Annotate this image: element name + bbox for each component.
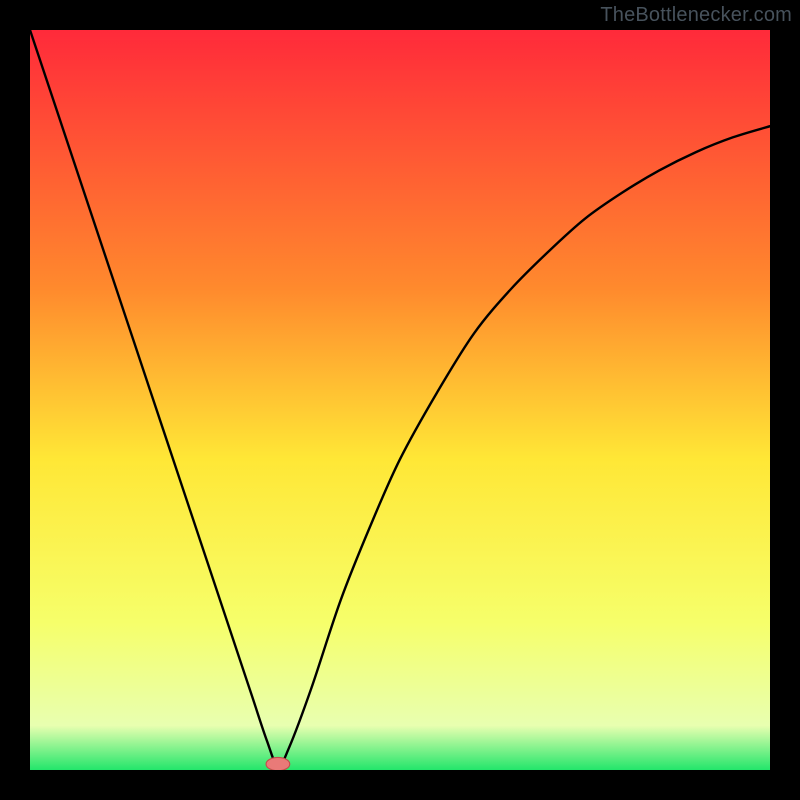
optimal-point-marker — [266, 757, 290, 770]
chart-frame: TheBottlenecker.com — [0, 0, 800, 800]
bottleneck-chart — [30, 30, 770, 770]
gradient-background — [30, 30, 770, 770]
attribution-text: TheBottlenecker.com — [600, 4, 792, 27]
